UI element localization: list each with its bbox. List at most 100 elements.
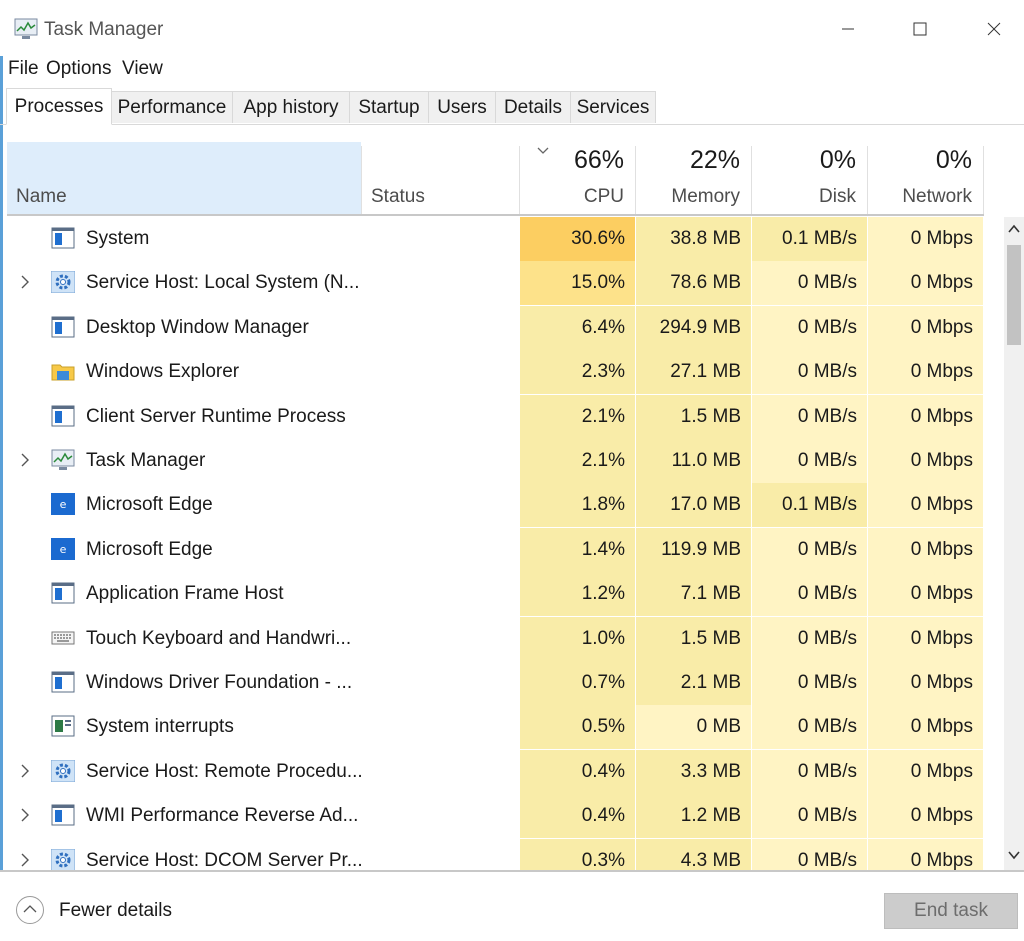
cpu-cell: 2.1% [520, 439, 635, 483]
tab-startup[interactable]: Startup [349, 91, 429, 123]
status-column-label[interactable]: Status [371, 186, 425, 208]
cpu-cell: 2.1% [520, 394, 635, 439]
window-app-icon [51, 582, 75, 604]
tab-processes[interactable]: Processes [6, 88, 112, 125]
folder-explorer-icon [51, 360, 75, 382]
minimize-button[interactable] [828, 14, 868, 44]
tab-app-history[interactable]: App history [232, 91, 350, 123]
cpu-cell: 30.6% [520, 217, 635, 261]
scroll-down-icon[interactable] [1008, 849, 1020, 861]
memory-column-label[interactable]: Memory [671, 186, 740, 208]
process-row[interactable]: Task Manager 2.1% 11.0 MB 0 MB/s 0 Mbps [0, 439, 1004, 483]
cpu-cell: 15.0% [520, 261, 635, 306]
process-row[interactable]: System interrupts 0.5% 0 MB 0 MB/s 0 Mbps [0, 705, 1004, 750]
close-icon [987, 22, 1001, 36]
memory-cell: 2.1 MB [636, 661, 751, 705]
end-task-button[interactable]: End task [884, 893, 1018, 929]
keyboard-icon [51, 627, 75, 649]
disk-cell: 0 MB/s [752, 572, 867, 617]
memory-total-percent[interactable]: 22% [690, 146, 740, 175]
memory-cell: 1.5 MB [636, 616, 751, 661]
menu-view[interactable]: View [122, 58, 163, 80]
memory-cell: 38.8 MB [636, 217, 751, 261]
network-column-label[interactable]: Network [902, 186, 972, 208]
process-row[interactable]: WMI Performance Reverse Ad... 0.4% 1.2 MB 0… [0, 794, 1004, 839]
process-row[interactable]: System 30.6% 38.8 MB 0.1 MB/s 0 Mbps [0, 217, 1004, 261]
network-cell: 0 Mbps [868, 527, 983, 572]
process-row[interactable]: Client Server Runtime Process 2.1% 1.5 MB 0… [0, 394, 1004, 439]
vertical-scrollbar[interactable] [1004, 217, 1024, 870]
memory-cell: 1.2 MB [636, 794, 751, 839]
process-name: Touch Keyboard and Handwri... [86, 627, 352, 649]
title-bar[interactable]: Task Manager [0, 0, 1024, 56]
process-row[interactable]: Service Host: Remote Procedu... 0.4% 3.3 M… [0, 749, 1004, 794]
tab-services[interactable]: Services [570, 91, 656, 123]
tab-details[interactable]: Details [495, 91, 571, 123]
process-row[interactable]: Service Host: DCOM Server Pr... 0.3% 4.3 M… [0, 838, 1004, 870]
process-row[interactable]: Desktop Window Manager 6.4% 294.9 MB 0 MB/s… [0, 305, 1004, 350]
process-name: WMI Performance Reverse Ad... [86, 805, 359, 827]
process-row[interactable]: e Microsoft Edge 1.4% 119.9 MB 0 MB/s 0 Mbps [0, 527, 1004, 572]
maximize-button[interactable] [900, 14, 940, 44]
network-cell: 0 Mbps [868, 749, 983, 794]
collapse-circle-icon [16, 896, 44, 924]
disk-cell: 0.1 MB/s [752, 217, 867, 261]
expand-chevron-icon[interactable] [18, 273, 32, 291]
disk-cell: 0 MB/s [752, 350, 867, 395]
window-app-icon [51, 316, 75, 338]
memory-cell: 7.1 MB [636, 572, 751, 617]
tab-performance[interactable]: Performance [111, 91, 233, 123]
disk-column-label[interactable]: Disk [819, 186, 856, 208]
menu-file[interactable]: File [8, 58, 39, 80]
network-cell: 0 Mbps [868, 661, 983, 705]
process-row[interactable]: Application Frame Host 1.2% 7.1 MB 0 MB/s 0 … [0, 572, 1004, 617]
disk-total-percent[interactable]: 0% [820, 146, 856, 175]
network-cell: 0 Mbps [868, 794, 983, 839]
window-app-icon [51, 227, 75, 249]
memory-cell: 3.3 MB [636, 749, 751, 794]
process-name: Windows Explorer [86, 361, 240, 383]
network-cell: 0 Mbps [868, 217, 983, 261]
process-row[interactable]: Windows Explorer 2.3% 27.1 MB 0 MB/s 0 Mbps [0, 350, 1004, 395]
scroll-up-icon[interactable] [1008, 223, 1020, 235]
task-manager-icon [51, 449, 75, 471]
process-row[interactable]: e Microsoft Edge 1.8% 17.0 MB 0.1 MB/s 0 Mbps [0, 483, 1004, 528]
expand-chevron-icon[interactable] [18, 762, 32, 780]
cpu-total-percent[interactable]: 66% [574, 146, 624, 175]
close-button[interactable] [974, 14, 1014, 44]
gear-service-icon [50, 848, 76, 870]
process-row[interactable]: Touch Keyboard and Handwri... 1.0% 1.5 MB 0… [0, 616, 1004, 661]
memory-cell: 17.0 MB [636, 483, 751, 528]
gear-service-icon [50, 759, 76, 783]
chevron-up-icon [23, 905, 37, 913]
cpu-cell: 0.4% [520, 794, 635, 839]
process-row[interactable]: Windows Driver Foundation - ... 0.7% 2.1 M… [0, 661, 1004, 705]
cpu-column-label[interactable]: CPU [584, 186, 624, 208]
menu-bar: File Options View [0, 56, 1024, 82]
disk-cell: 0.1 MB/s [752, 483, 867, 528]
name-column-label: Name [16, 186, 67, 207]
memory-cell: 119.9 MB [636, 527, 751, 572]
fewer-details-button[interactable]: Fewer details [16, 896, 176, 930]
disk-cell: 0 MB/s [752, 261, 867, 306]
expand-chevron-icon[interactable] [18, 451, 32, 469]
menu-options[interactable]: Options [46, 58, 111, 80]
process-name: Desktop Window Manager [86, 316, 309, 338]
footer-bar: Fewer details End task [0, 870, 1024, 941]
expand-chevron-icon[interactable] [18, 806, 32, 824]
expand-chevron-icon[interactable] [18, 851, 32, 869]
network-cell: 0 Mbps [868, 394, 983, 439]
process-row[interactable]: Service Host: Local System (N... 15.0% 78.… [0, 261, 1004, 306]
interrupts-icon [51, 715, 75, 737]
process-name: Client Server Runtime Process [86, 405, 346, 427]
fewer-details-label: Fewer details [59, 900, 172, 921]
edge-icon: e [51, 493, 75, 516]
task-manager-icon [14, 18, 38, 39]
window-app-icon [51, 804, 75, 826]
scroll-thumb[interactable] [1007, 245, 1021, 345]
process-list: System 30.6% 38.8 MB 0.1 MB/s 0 Mbps Service … [0, 217, 1004, 870]
network-total-percent[interactable]: 0% [936, 146, 972, 175]
tab-users[interactable]: Users [428, 91, 496, 123]
process-name: Microsoft Edge [86, 538, 213, 560]
memory-cell: 4.3 MB [636, 838, 751, 870]
